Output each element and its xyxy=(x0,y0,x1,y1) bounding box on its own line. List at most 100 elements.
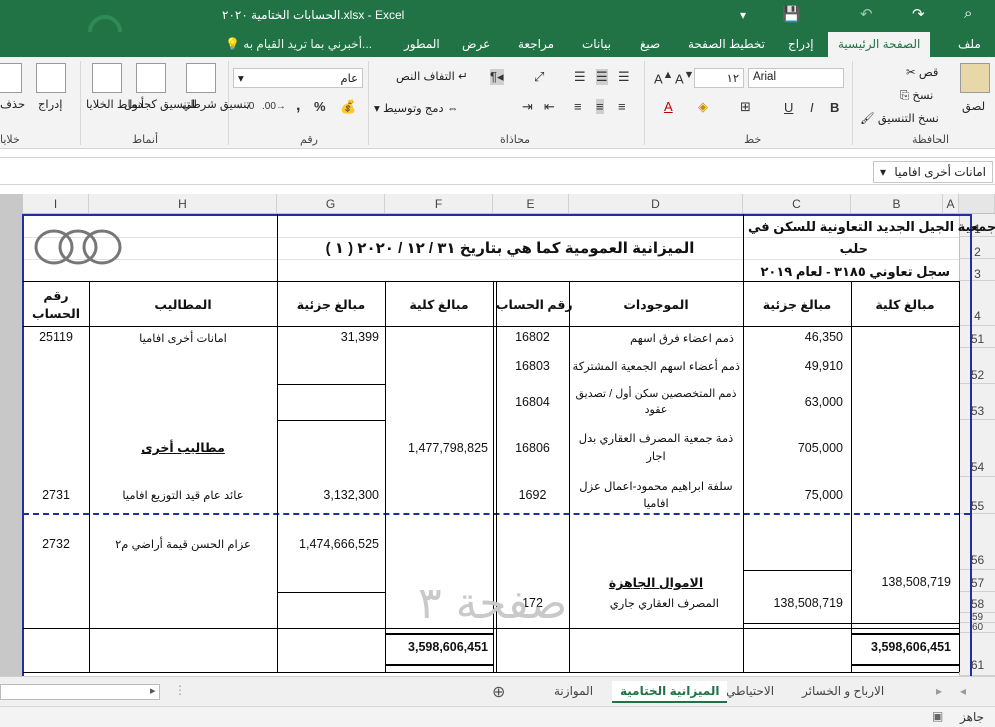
row-header-4[interactable]: 4 xyxy=(959,281,995,326)
cell-d53-line1[interactable]: ذمم المتخصصين سكن أول / تصديق xyxy=(569,387,743,400)
cell-h55[interactable]: عائد عام قيد التوزيع افاميا xyxy=(89,488,277,502)
copy-button[interactable]: ⎘ نسخ xyxy=(900,88,933,103)
search-icon[interactable]: ⌕ xyxy=(964,5,972,22)
cell-d55-line2[interactable]: افاميا xyxy=(569,496,743,510)
sheet-tab-profit-loss[interactable]: الارباح و الخسائر xyxy=(794,681,892,703)
cell-d54-line1[interactable]: ذمة جمعية المصرف العقاري بدل xyxy=(569,431,743,445)
wrap-text-button[interactable]: التفاف النص ↵ xyxy=(396,69,468,83)
row-header-3[interactable]: 3 xyxy=(959,259,995,281)
grow-font-icon[interactable]: A▲ xyxy=(654,69,673,86)
shrink-font-icon[interactable]: A▼ xyxy=(675,69,694,86)
tab-formulas[interactable]: صيغ xyxy=(640,37,660,51)
merge-center-button[interactable]: ▾ دمج وتوسيط ⇔ xyxy=(374,101,458,115)
row-header-54[interactable]: 54 xyxy=(959,420,995,477)
row-header-55[interactable]: 55 xyxy=(959,477,995,514)
orientation-icon[interactable]: ⤢ xyxy=(534,69,544,85)
cell-f54[interactable]: 1,477,798,825 xyxy=(385,441,488,455)
align-right-icon[interactable]: ≡ xyxy=(618,99,626,114)
cell-e52[interactable]: 16803 xyxy=(496,359,569,373)
cell-b57[interactable]: 138,508,719 xyxy=(851,575,951,589)
horizontal-scrollbar[interactable] xyxy=(0,684,160,700)
tab-file[interactable]: ملف xyxy=(958,37,981,51)
font-size-select[interactable]: ١٢ xyxy=(694,68,744,88)
cell-g56[interactable]: 1,474,666,525 xyxy=(277,537,379,551)
cell-c52[interactable]: 49,910 xyxy=(743,359,843,373)
cell-e51[interactable]: 16802 xyxy=(496,330,569,344)
formula-input[interactable]: ▾ امانات أخرى افاميا xyxy=(873,161,993,183)
cell-d53-line2[interactable]: عقود xyxy=(569,403,743,416)
decrease-decimal-icon[interactable]: .00→ xyxy=(262,101,286,112)
cell-d55-line1[interactable]: سلفة ابراهيم محمود-اعمال عزل xyxy=(569,479,743,493)
increase-indent-icon[interactable]: ⇥ xyxy=(522,99,533,115)
cell-d57[interactable]: الاموال الجاهزة xyxy=(569,575,743,590)
conditional-formatting-icon[interactable] xyxy=(186,63,216,93)
column-header-c[interactable]: C xyxy=(743,194,851,214)
tab-splitter-icon[interactable]: ⋮ xyxy=(174,683,186,697)
cell-f61[interactable]: 3,598,606,451 xyxy=(385,640,488,654)
row-header-57[interactable]: 57 xyxy=(959,570,995,592)
underline-button[interactable]: U xyxy=(784,100,793,115)
decrease-indent-icon[interactable]: ⇤ xyxy=(544,99,555,115)
scroll-right-icon[interactable]: ▸ xyxy=(150,684,156,697)
save-icon[interactable]: 💾 xyxy=(782,5,801,23)
bold-button[interactable]: B xyxy=(830,100,839,115)
column-header-d[interactable]: D xyxy=(569,194,743,214)
row-header-53[interactable]: 53 xyxy=(959,384,995,420)
format-as-table-icon[interactable] xyxy=(136,63,166,93)
cell-h56[interactable]: عزام الحسن قيمة أراضي م٢ xyxy=(89,537,277,551)
cell-h54[interactable]: مطاليب أخرى xyxy=(89,440,277,455)
paste-button[interactable]: لصق xyxy=(962,99,985,113)
cell-e54[interactable]: 16806 xyxy=(496,441,569,455)
delete-cells-icon[interactable] xyxy=(0,63,22,93)
cell-styles-button[interactable]: أنماط الخلايا xyxy=(86,97,144,111)
column-header-b[interactable]: B xyxy=(851,194,943,214)
comma-style-button[interactable]: , xyxy=(296,97,300,115)
cell-c55[interactable]: 75,000 xyxy=(743,488,843,502)
column-header-e[interactable]: E xyxy=(493,194,569,214)
row-header-56[interactable]: 56 xyxy=(959,514,995,570)
rtl-direction-icon[interactable]: ¶◂ xyxy=(490,69,504,85)
row-header-2[interactable]: 2 xyxy=(959,237,995,259)
row-header-51[interactable]: 51 xyxy=(959,326,995,348)
customize-quick-access-icon[interactable]: ▾ xyxy=(740,8,746,22)
align-center-icon[interactable]: ≡ xyxy=(596,99,604,114)
cell-g51[interactable]: 31,399 xyxy=(277,330,379,344)
cut-button[interactable]: ✂ قص xyxy=(906,65,938,79)
tell-me-box[interactable]: 💡 أخبرني بما تريد القيام به... xyxy=(225,37,372,51)
cell-i55[interactable]: 2731 xyxy=(23,488,89,502)
cell-c58[interactable]: 138,508,719 xyxy=(743,596,843,610)
scroll-first-sheet-icon[interactable]: ◂ xyxy=(960,684,966,698)
number-format-select[interactable]: ▾ عام xyxy=(233,68,363,88)
tab-insert[interactable]: إدراج xyxy=(788,37,814,51)
cell-g55[interactable]: 3,132,300 xyxy=(277,488,379,502)
cell-b61[interactable]: 3,598,606,451 xyxy=(851,640,951,654)
sheet-tab-final-balance[interactable]: الميزانية الختامية xyxy=(612,681,728,703)
cell-i56[interactable]: 2732 xyxy=(23,537,89,551)
worksheet-grid[interactable]: A B C D E F G H I 1 2 3 4 51 52 53 54 55… xyxy=(0,194,995,676)
scroll-last-sheet-icon[interactable]: ▸ xyxy=(936,684,942,698)
currency-icon[interactable]: 💰 xyxy=(340,99,356,115)
column-header-g[interactable]: G xyxy=(277,194,385,214)
tab-review[interactable]: مراجعة xyxy=(518,37,554,51)
sheet-tab-budget[interactable]: الموازنة xyxy=(546,681,601,703)
italic-button[interactable]: I xyxy=(810,100,814,115)
font-name-select[interactable]: Arial xyxy=(748,68,844,88)
tab-page-layout[interactable]: تخطيط الصفحة xyxy=(688,37,765,51)
cell-c54[interactable]: 705,000 xyxy=(743,441,843,455)
align-bottom-icon[interactable]: ☰ xyxy=(574,69,586,85)
cell-d58[interactable]: المصرف العقاري جاري xyxy=(569,596,719,610)
cell-c51[interactable]: 46,350 xyxy=(743,330,843,344)
delete-cells-button[interactable]: حذف xyxy=(0,97,25,111)
cell-e53[interactable]: 16804 xyxy=(496,395,569,409)
column-header-h[interactable]: H xyxy=(89,194,277,214)
fill-color-icon[interactable]: ◈ xyxy=(698,99,708,115)
macro-record-icon[interactable]: ▣ xyxy=(932,709,943,723)
sheet-tab-reserve[interactable]: الاحتياطي xyxy=(718,681,782,703)
column-header-a[interactable]: A xyxy=(943,194,959,214)
row-header-60[interactable]: 60 xyxy=(959,623,995,633)
column-header-f[interactable]: F xyxy=(385,194,493,214)
redo-icon[interactable]: ↷ xyxy=(912,5,925,23)
cell-c53[interactable]: 63,000 xyxy=(743,395,843,409)
column-header-i[interactable]: I xyxy=(23,194,89,214)
borders-icon[interactable]: ⊞ xyxy=(740,99,751,115)
